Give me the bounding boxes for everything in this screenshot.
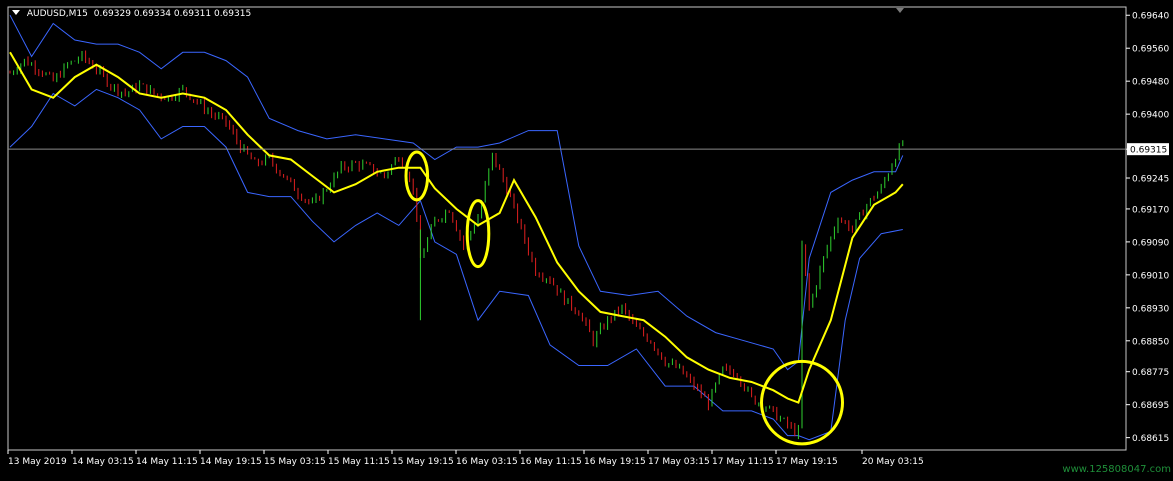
x-tick-label: 15 May 03:15 [264, 457, 326, 467]
y-tick-label: 0.68775 [1132, 368, 1169, 378]
upper-band [9, 14, 904, 371]
x-tick-label: 16 May 19:15 [584, 457, 646, 467]
annotations [404, 150, 844, 446]
y-tick-label: 0.69090 [1132, 238, 1169, 248]
y-tick-label: 0.69480 [1132, 78, 1169, 88]
y-tick-label: 0.69400 [1132, 111, 1169, 121]
y-tick-label: 0.68615 [1132, 434, 1169, 444]
y-tick-label: 0.68695 [1132, 401, 1169, 411]
symbol-header: AUDUSD,M15 0.69329 0.69334 0.69311 0.693… [12, 9, 251, 19]
y-tick-label: 0.69245 [1132, 175, 1169, 185]
watermark: www.125808047.com [1062, 464, 1171, 475]
x-tick-label: 17 May 19:15 [776, 457, 838, 467]
x-tick-label: 17 May 11:15 [712, 457, 774, 467]
x-tick-label: 17 May 03:15 [648, 457, 710, 467]
y-tick-label: 0.68930 [1132, 304, 1169, 314]
y-tick-label: 0.69640 [1132, 12, 1169, 22]
caret-down-icon[interactable] [12, 10, 20, 15]
chart-window[interactable]: 0.69640 0.69560 0.69480 0.69400 0.69315 0.692… [0, 0, 1173, 477]
ohlc-values: 0.69329 0.69334 0.69311 0.69315 [93, 9, 252, 19]
x-tick-label: 16 May 03:15 [456, 457, 518, 467]
current-price-label: 0.69315 [1130, 146, 1167, 156]
y-tick-label: 0.69560 [1132, 45, 1169, 55]
x-tick-label: 15 May 19:15 [392, 457, 454, 467]
x-tick-label: 20 May 03:15 [862, 457, 924, 467]
price-axis: 0.69640 0.69560 0.69480 0.69400 0.69315 0.692… [1126, 12, 1169, 444]
x-tick-label: 14 May 11:15 [136, 457, 198, 467]
price-chart[interactable]: 0.69640 0.69560 0.69480 0.69400 0.69315 0.692… [0, 0, 1173, 477]
x-tick-label: 14 May 19:15 [200, 457, 262, 467]
lower-band [9, 88, 903, 441]
plot-frame [7, 6, 1127, 451]
y-tick-label: 0.68850 [1132, 337, 1169, 347]
x-tick-label: 15 May 11:15 [328, 457, 390, 467]
x-tick-label: 14 May 03:15 [72, 457, 134, 467]
time-axis: 13 May 2019 14 May 03:15 14 May 11:15 14 Ma… [7, 450, 924, 467]
shift-marker-icon[interactable] [896, 8, 904, 13]
x-tick-label: 13 May 2019 [8, 457, 67, 467]
x-tick-label: 16 May 11:15 [520, 457, 582, 467]
y-tick-label: 0.69010 [1132, 271, 1169, 281]
symbol-label: AUDUSD,M15 [26, 9, 88, 19]
y-tick-label: 0.69170 [1132, 205, 1169, 215]
